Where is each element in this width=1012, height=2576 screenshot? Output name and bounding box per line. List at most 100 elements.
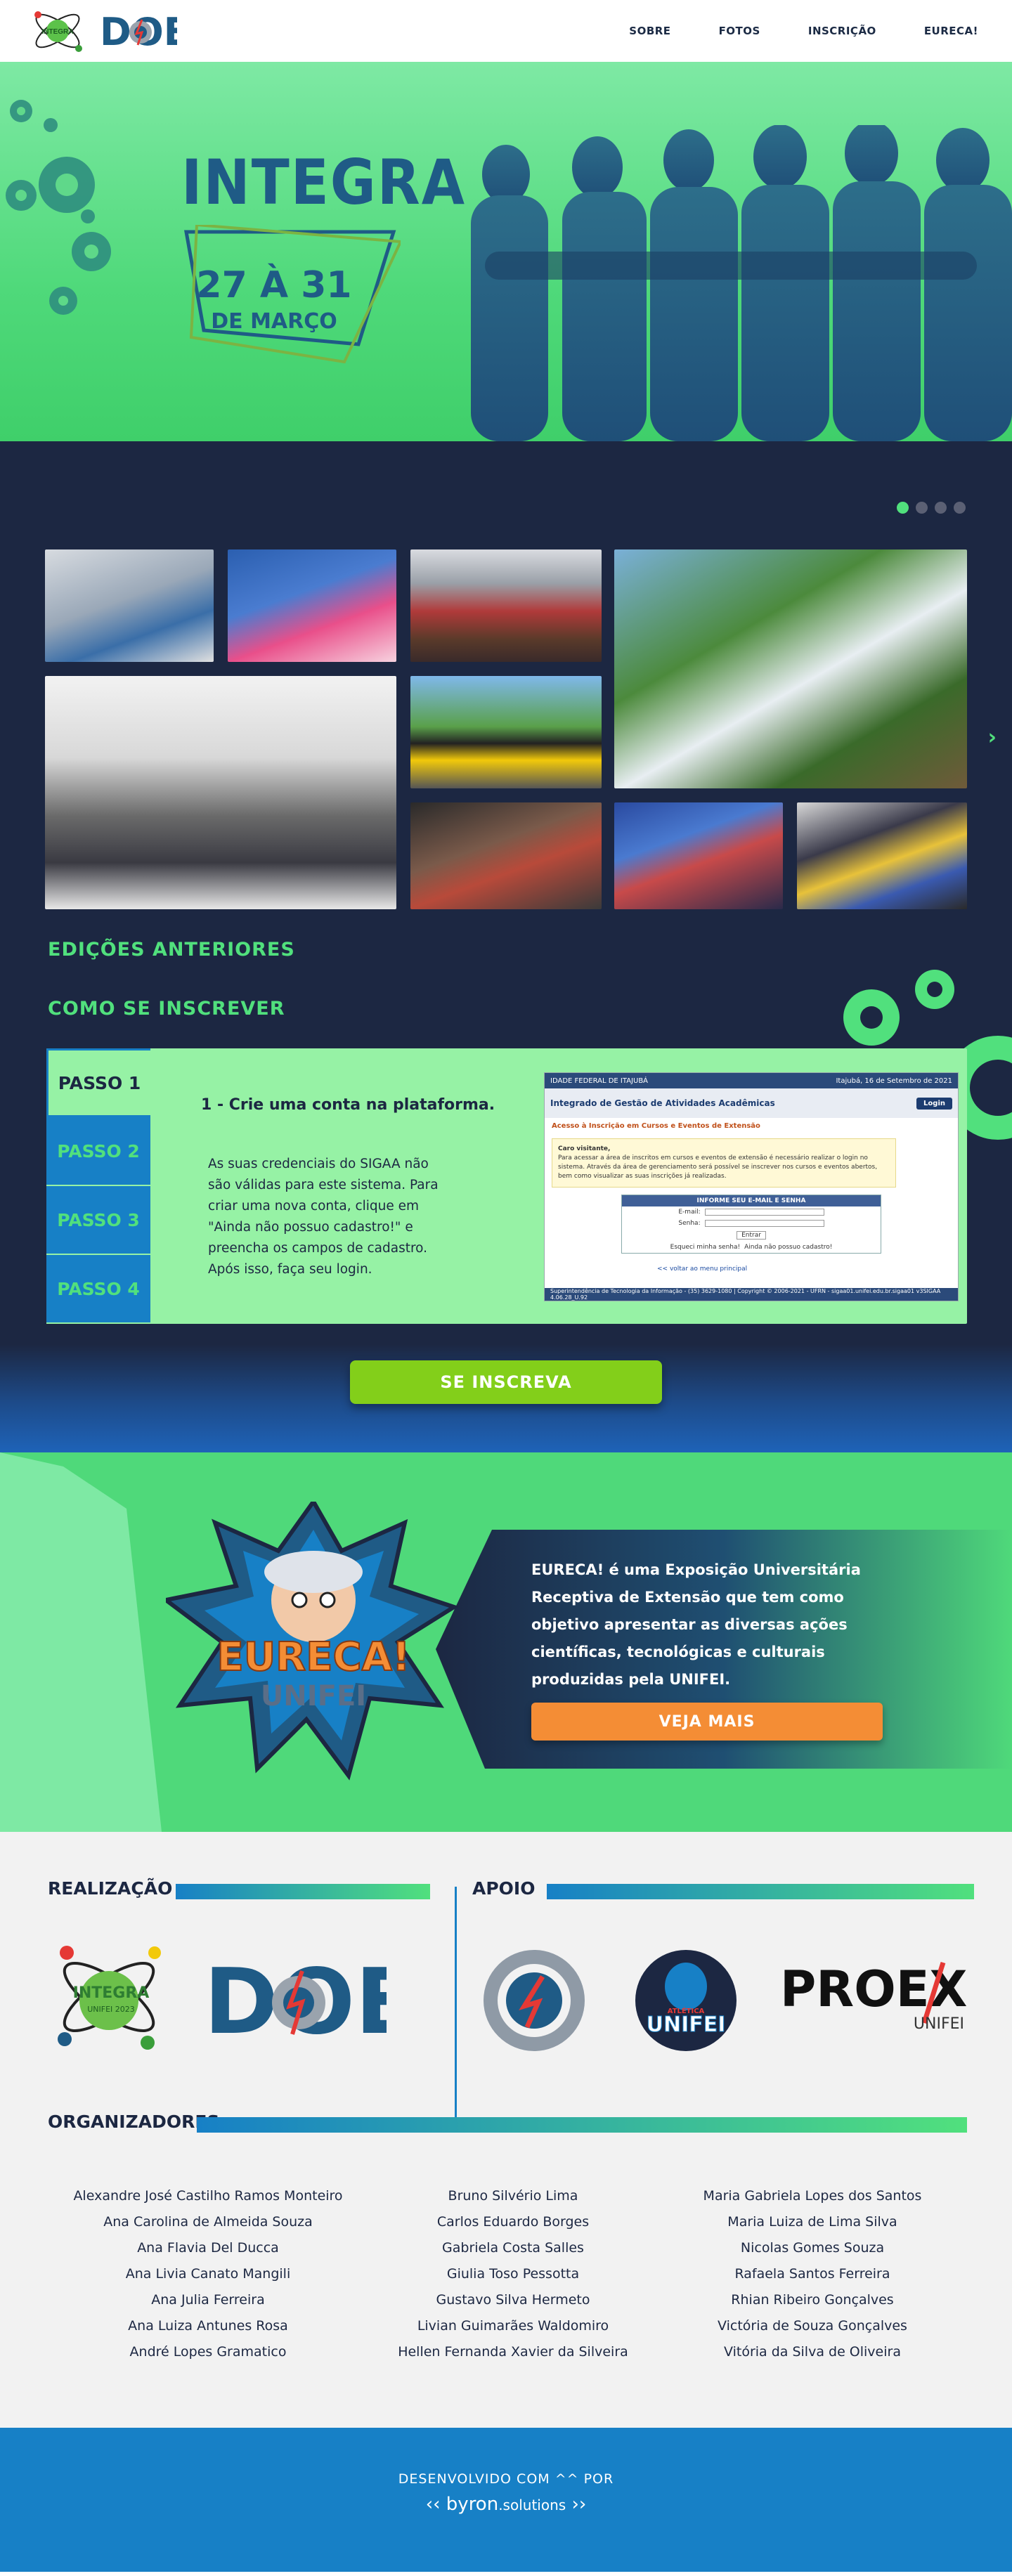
doe-logo[interactable]: DOE (100, 10, 177, 52)
sigaa-topbar: IDADE FEDERAL DE ITAJUBÁ Itajubá, 16 de … (545, 1073, 958, 1088)
step-tab-3[interactable]: PASSO 3 (46, 1186, 150, 1255)
editions-section: EDIÇÕES ANTERIORES › (0, 441, 1012, 961)
enroll-section: COMO SE INSCREVER PASSO 1 PASSO 2 PASSO … (0, 961, 1012, 1452)
organizer-name: Livian Guimarães Waldomiro (417, 2318, 609, 2334)
site-header: INTEGRA DOE SOBRE FOTOS INSCRIÇÃO EURECA… (0, 0, 1012, 62)
photo-gallery (45, 549, 967, 909)
gallery-photo-9[interactable] (797, 802, 967, 909)
organizer-name: Bruno Silvério Lima (448, 2188, 578, 2204)
header-logos: INTEGRA DOE (28, 6, 177, 56)
organizer-name: Gabriela Costa Salles (442, 2240, 584, 2256)
sigaa-subheader: Integrado de Gestão de Atividades Acadêm… (545, 1088, 958, 1118)
organizer-name: Ana Carolina de Almeida Souza (103, 2214, 313, 2230)
sigaa-screenshot: IDADE FEDERAL DE ITAJUBÁ Itajubá, 16 de … (544, 1072, 959, 1301)
eureca-badge-logo[interactable]: EURECA! UNIFEI (166, 1502, 461, 1783)
organizer-name: Vitória da Silva de Oliveira (724, 2344, 901, 2360)
hero-date-text: 27 À 31 DE MARÇO (183, 264, 365, 334)
nav-fotos[interactable]: FOTOS (719, 25, 760, 37)
sigaa-email-row: E-mail: (622, 1206, 881, 1218)
doe-partner-logo[interactable]: DOE (204, 1950, 387, 2048)
organizer-name: Hellen Fernanda Xavier da Silveira (398, 2344, 628, 2360)
organizer-name: Rafaela Santos Ferreira (734, 2266, 890, 2282)
svg-text:UNIFEI: UNIFEI (261, 1680, 366, 1712)
gallery-photo-5[interactable] (45, 676, 396, 909)
organizer-name: Maria Luiza de Lima Silva (727, 2214, 897, 2230)
sigaa-heading: Acesso à Inscrição em Cursos e Eventos d… (552, 1122, 760, 1130)
sigaa-enter-row: Entrar (622, 1229, 881, 1242)
gallery-photo-7[interactable] (410, 802, 602, 909)
gallery-photo-2[interactable] (228, 549, 396, 662)
integra-partner-logo[interactable]: INTEGRA UNIFEI 2023 (49, 1937, 169, 2057)
sigaa-login-form: INFORME SEU E-MAIL E SENHA E-mail: Senha… (621, 1195, 881, 1254)
organizers-column-2: Bruno Silvério Lima Carlos Eduardo Borge… (351, 2183, 675, 2365)
sigaa-date: Itajubá, 16 de Setembro de 2021 (836, 1076, 952, 1085)
sigaa-notice-text: Para acessar a área de inscritos em curs… (558, 1154, 878, 1180)
sigaa-password-field (704, 1220, 824, 1227)
svg-text:INTEGRA: INTEGRA (42, 28, 74, 36)
sigaa-institution: IDADE FEDERAL DE ITAJUBÁ (550, 1076, 649, 1085)
step-tab-1[interactable]: PASSO 1 (46, 1048, 150, 1117)
sigaa-password-row: Senha: (622, 1218, 881, 1229)
nav-sobre[interactable]: SOBRE (629, 25, 670, 37)
organizer-name: Gustavo Silva Hermeto (436, 2292, 590, 2308)
step-tab-4[interactable]: PASSO 4 (46, 1255, 150, 1324)
sigaa-login-button: Login (916, 1097, 952, 1110)
hero-title: INTEGRA (181, 146, 467, 219)
hero-date-frame: 27 À 31 DE MARÇO (183, 225, 401, 365)
carousel-next-icon[interactable]: › (988, 725, 997, 750)
sigaa-enter-button: Entrar (737, 1231, 766, 1240)
step-heading: 1 - Crie uma conta na plataforma. (201, 1096, 495, 1114)
byron-solutions-logo[interactable]: ‹‹ byron.solutions ›› (0, 2494, 1012, 2515)
organizer-name: Rhian Ribeiro Gonçalves (731, 2292, 894, 2308)
gallery-photo-3[interactable] (410, 549, 602, 662)
partners-section: REALIZAÇÃO APOIO INTEGRA UNIFEI 2023 DOE… (0, 1832, 1012, 2428)
carousel-dot-4[interactable] (954, 502, 966, 514)
gallery-photo-4[interactable] (614, 549, 967, 788)
hero-section: INTEGRA 27 À 31 DE MARÇO (0, 62, 1012, 441)
gallery-photo-1[interactable] (45, 549, 214, 662)
byron-brand: byron (446, 2494, 499, 2515)
eureca-more-button[interactable]: VEJA MAIS (531, 1703, 883, 1741)
organizer-name: Ana Livia Canato Mangili (125, 2266, 291, 2282)
gallery-photo-8[interactable] (614, 802, 783, 909)
organizer-name: Ana Flavia Del Ducca (137, 2240, 279, 2256)
organizer-name: Alexandre José Castilho Ramos Monteiro (73, 2188, 343, 2204)
carousel-dots (897, 502, 966, 514)
sigaa-forgot-link: Esqueci minha senha! (670, 1244, 741, 1251)
sigaa-form-title: INFORME SEU E-MAIL E SENHA (622, 1195, 881, 1206)
byron-left-chevrons-icon: ‹‹ (425, 2494, 446, 2515)
sigaa-password-label: Senha: (678, 1220, 701, 1227)
carousel-dot-3[interactable] (935, 502, 947, 514)
nav-eureca[interactable]: EURECA! (924, 25, 978, 37)
carousel-dot-1[interactable] (897, 502, 909, 514)
sigaa-email-label: E-mail: (678, 1209, 701, 1216)
hero-date-month: DE MARÇO (211, 309, 337, 334)
organizer-name: André Lopes Gramatico (129, 2344, 287, 2360)
sigaa-links-row: Esqueci minha senha! Ainda não possuo cad… (622, 1242, 881, 1253)
organizadores-title: ORGANIZADORES (48, 2112, 220, 2132)
organizadores-line (197, 2117, 967, 2133)
organizer-name: Maria Gabriela Lopes dos Santos (703, 2188, 922, 2204)
nav-inscricao[interactable]: INSCRIÇÃO (808, 25, 876, 37)
eureca-description: EURECA! é uma Exposição Universitária Re… (531, 1561, 861, 1688)
byron-brand-suffix: .solutions (498, 2497, 566, 2513)
organizer-name: Carlos Eduardo Borges (436, 2214, 590, 2230)
atletica-unifei-logo[interactable]: ATLÉTICA UNIFEI (630, 1944, 742, 2057)
organizer-name: Victória de Souza Gonçalves (718, 2318, 907, 2334)
gallery-photo-6[interactable] (410, 676, 602, 788)
integra-logo[interactable]: INTEGRA (28, 6, 87, 56)
byron-right-chevrons-icon: ›› (566, 2494, 587, 2515)
engineering-gear-logo[interactable] (478, 1944, 590, 2057)
sigaa-back-link: << voltar ao menu principal (657, 1266, 748, 1273)
step-text: As suas credenciais do SIGAA não são vál… (208, 1157, 439, 1277)
apoio-title: APOIO (472, 1878, 536, 1899)
organizer-name: Nicolas Gomes Souza (740, 2240, 885, 2256)
proex-unifei-logo[interactable]: PROEX UNIFEI (780, 1956, 970, 2040)
step-tab-2[interactable]: PASSO 2 (46, 1117, 150, 1186)
gears-decoration-icon (6, 100, 111, 315)
carousel-dot-2[interactable] (916, 502, 928, 514)
steps-tabs: PASSO 1 PASSO 2 PASSO 3 PASSO 4 (46, 1048, 150, 1324)
enroll-button[interactable]: SE INSCREVA (350, 1360, 662, 1404)
organizer-name: Giulia Toso Pessotta (446, 2266, 580, 2282)
steps-card: PASSO 1 PASSO 2 PASSO 3 PASSO 4 1 - Crie… (46, 1048, 967, 1324)
